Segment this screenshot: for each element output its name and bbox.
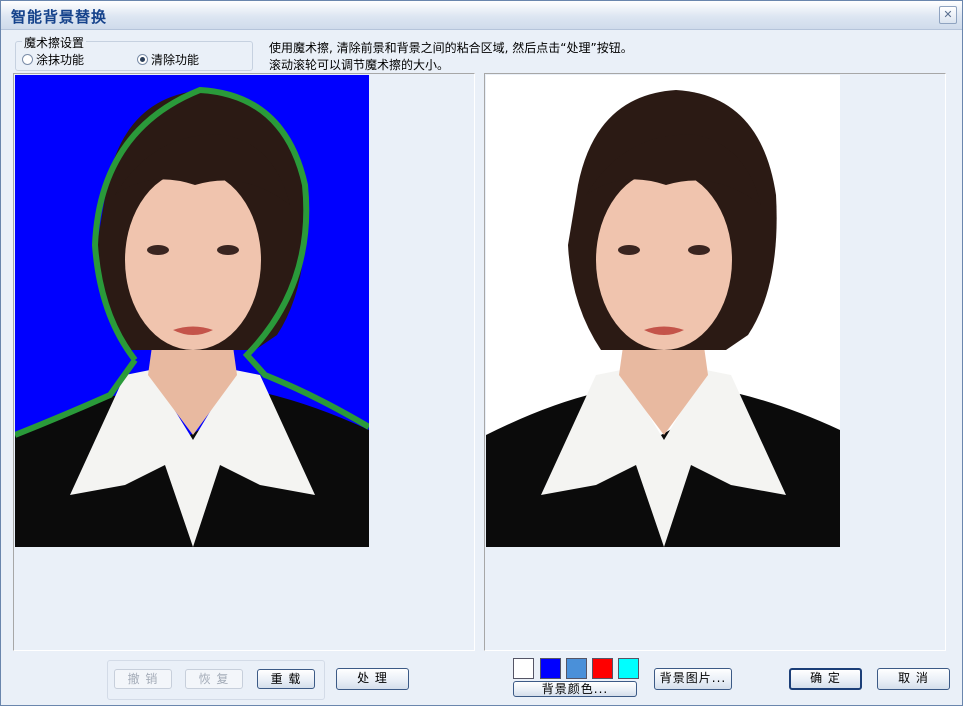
background-color-button[interactable]: 背景颜色...	[513, 681, 637, 697]
magic-eraser-settings-group: 魔术擦设置 涂抹功能 清除功能	[15, 34, 253, 71]
source-portrait[interactable]	[15, 75, 369, 547]
radio-smear[interactable]: 涂抹功能	[22, 51, 84, 68]
swatch-light-blue[interactable]	[566, 658, 587, 679]
result-portrait-image	[486, 75, 840, 547]
process-button[interactable]: 处 理	[336, 668, 409, 690]
cancel-button[interactable]: 取 消	[877, 668, 950, 690]
radio-smear-label: 涂抹功能	[36, 53, 85, 67]
radio-checked-icon[interactable]	[137, 54, 148, 65]
source-portrait-image	[15, 75, 369, 547]
window-title: 智能背景替换	[11, 8, 108, 26]
title-bar[interactable]: 智能背景替换 ✕	[1, 1, 962, 30]
instruction-line-2: 滚动滚轮可以调节魔术擦的大小。	[269, 58, 450, 72]
source-image-panel[interactable]	[13, 73, 475, 651]
redo-button[interactable]: 恢 复	[185, 669, 243, 689]
swatch-cyan[interactable]	[618, 658, 639, 679]
undo-button[interactable]: 撤 销	[114, 669, 172, 689]
result-image-panel[interactable]	[484, 73, 946, 651]
radio-circle-icon[interactable]	[22, 54, 33, 65]
instruction-line-1: 使用魔术擦, 清除前景和背景之间的粘合区域, 然后点击“处理”按钮。	[269, 41, 633, 55]
swatch-white[interactable]	[513, 658, 534, 679]
swatch-red[interactable]	[592, 658, 613, 679]
group-label: 魔术擦设置	[22, 34, 87, 51]
reload-button[interactable]: 重 载	[257, 669, 315, 689]
close-icon[interactable]: ✕	[939, 6, 957, 24]
swatch-blue[interactable]	[540, 658, 561, 679]
result-portrait	[486, 75, 840, 547]
radio-clear-label: 清除功能	[151, 53, 200, 67]
radio-clear[interactable]: 清除功能	[137, 51, 199, 68]
ok-button[interactable]: 确 定	[789, 668, 862, 690]
dialog-window: 智能背景替换 ✕ 魔术擦设置 涂抹功能 清除功能 使用魔术擦, 清除前景和背景之…	[0, 0, 963, 706]
background-image-button[interactable]: 背景图片...	[654, 668, 732, 690]
